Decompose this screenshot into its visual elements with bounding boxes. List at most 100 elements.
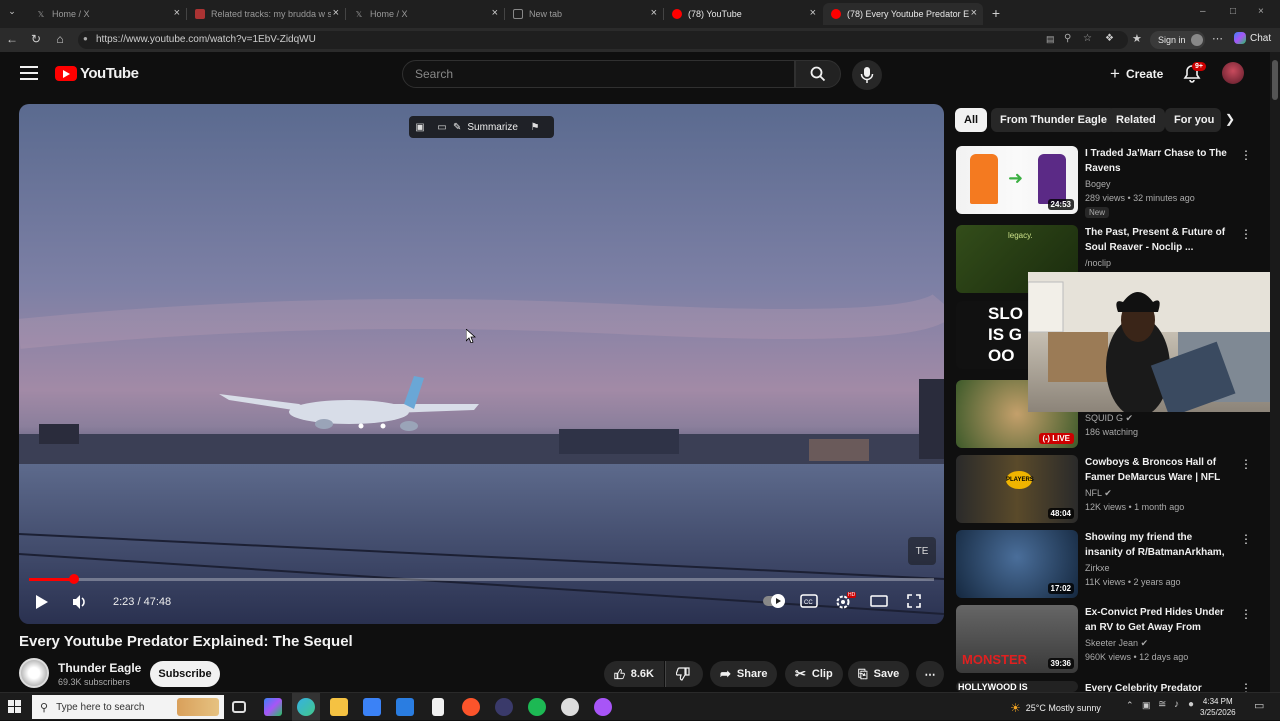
dislike-button[interactable] — [665, 661, 703, 687]
steam-icon[interactable] — [561, 698, 579, 716]
recommendation-channel[interactable]: NFL ✔ — [1085, 488, 1112, 499]
task-view-icon[interactable] — [232, 701, 246, 713]
recommendation-title[interactable]: Every Celebrity Predator — [1085, 681, 1230, 692]
search-input[interactable] — [415, 67, 775, 81]
search-box[interactable] — [402, 60, 795, 88]
recommendation-item[interactable]: HOLLYWOOD IS Every Celebrity Predator ⋮ — [956, 681, 1256, 692]
translate-icon[interactable]: ⚑ — [524, 122, 546, 133]
kebab-menu-icon[interactable]: ⋮ — [1240, 227, 1252, 241]
media-player-icon[interactable] — [495, 698, 513, 716]
more-actions-button[interactable]: ⋯ — [916, 661, 944, 687]
recommendation-item[interactable]: ➜ 24:53 I Traded Ja'Marr Chase to The Ra… — [956, 146, 1256, 218]
chip-related[interactable]: Related — [1107, 108, 1165, 132]
close-icon[interactable]: × — [651, 7, 657, 19]
play-icon[interactable] — [35, 594, 49, 610]
window-close-icon[interactable]: × — [1258, 6, 1264, 17]
video-thumbnail[interactable]: PLAYERS 48:04 — [956, 455, 1078, 523]
create-button[interactable]: + Create — [1102, 62, 1171, 86]
wifi-icon[interactable]: ≅ — [1158, 699, 1166, 710]
search-button[interactable] — [795, 60, 841, 88]
kebab-menu-icon[interactable]: ⋮ — [1240, 532, 1252, 546]
browser-tab[interactable]: Related tracks: my brudda w suck × — [187, 3, 345, 25]
spotify-icon[interactable] — [528, 698, 546, 716]
subscribe-button[interactable]: Subscribe — [150, 661, 220, 687]
recommendation-channel[interactable]: Skeeter Jean ✔ — [1085, 638, 1148, 649]
microphone-tray-icon[interactable]: ● — [1188, 699, 1194, 710]
cast-icon[interactable]: ▭ — [431, 122, 453, 133]
channel-name[interactable]: Thunder Eagle — [58, 661, 141, 675]
recommendation-item[interactable]: PLAYERS 48:04 Cowboys & Broncos Hall of … — [956, 455, 1256, 525]
back-icon[interactable]: ← — [4, 32, 20, 46]
scrollbar-track[interactable] — [1270, 52, 1280, 692]
recommendation-channel[interactable]: /noclip — [1085, 258, 1111, 268]
close-icon[interactable]: × — [492, 7, 498, 19]
favorites-icon[interactable]: ★ — [1132, 32, 1142, 45]
address-bar[interactable]: ● https://www.youtube.com/watch?v=1EbV-Z… — [78, 31, 1128, 49]
kebab-menu-icon[interactable]: ⋮ — [1240, 607, 1252, 621]
network-icon[interactable]: ▣ — [1142, 700, 1151, 711]
recommendation-channel[interactable]: SQUID G ✔ — [1085, 413, 1133, 424]
summarize-button[interactable]: ✎ Summarize — [453, 122, 524, 133]
captions-icon[interactable]: CC — [800, 594, 818, 608]
chip-from-channel[interactable]: From Thunder Eagle — [991, 108, 1116, 132]
browser-tab[interactable]: 𝕏 Home / X × — [346, 3, 504, 25]
recommendation-title[interactable]: Cowboys & Broncos Hall of Famer DeMarcus… — [1085, 455, 1230, 485]
browser-tab[interactable]: (78) YouTube × — [664, 3, 822, 25]
recommendation-title[interactable]: Ex-Convict Pred Hides Under an RV to Get… — [1085, 605, 1230, 635]
autoplay-toggle-icon[interactable] — [763, 594, 785, 608]
brave-icon[interactable] — [462, 698, 480, 716]
recommendation-channel[interactable]: Zirkxe — [1085, 563, 1110, 573]
kebab-menu-icon[interactable]: ⋮ — [1240, 681, 1252, 692]
fullscreen-icon[interactable] — [907, 594, 921, 608]
sign-in-button[interactable]: Sign in — [1150, 31, 1205, 49]
clip-button[interactable]: ✂ Clip — [785, 661, 843, 687]
recommendation-item[interactable]: 17:02 Showing my friend the insanity of … — [956, 530, 1256, 600]
zoom-icon[interactable]: ⚲ — [1064, 33, 1071, 44]
more-icon[interactable]: ⋯ — [1212, 32, 1223, 45]
volume-icon[interactable] — [71, 594, 87, 610]
minimize-icon[interactable]: – — [1200, 6, 1206, 17]
recommendation-title[interactable]: The Past, Present & Future of Soul Reave… — [1085, 225, 1230, 255]
recommendation-title[interactable]: I Traded Ja'Marr Chase to The Ravens — [1085, 146, 1230, 176]
like-button[interactable]: 8.6K — [604, 661, 664, 687]
copilot-chat-button[interactable]: Chat — [1234, 32, 1271, 44]
reload-icon[interactable]: ↻ — [28, 32, 44, 46]
kebab-menu-icon[interactable]: ⋮ — [1240, 457, 1252, 471]
browser-tab-active[interactable]: (78) Every Youtube Predator Expla × — [823, 3, 983, 25]
new-tab-icon[interactable]: + — [988, 5, 1004, 21]
kebab-menu-icon[interactable]: ⋮ — [1240, 148, 1252, 162]
file-explorer-icon[interactable] — [330, 698, 348, 716]
video-thumbnail[interactable]: MONSTER 39:36 — [956, 605, 1078, 673]
notepad-icon[interactable] — [432, 698, 444, 716]
tab-list-chevron-icon[interactable]: ⌄ — [4, 6, 20, 17]
theater-mode-icon[interactable] — [870, 594, 888, 608]
copilot-taskbar-icon[interactable] — [264, 698, 282, 716]
share-button[interactable]: ➦ Share — [710, 661, 778, 687]
youtube-logo[interactable]: YouTube — [55, 65, 139, 82]
notification-center-icon[interactable]: ▭ — [1254, 699, 1264, 712]
video-thumbnail[interactable]: 17:02 — [956, 530, 1078, 598]
windows-start-icon[interactable] — [8, 700, 22, 714]
chip-for-you[interactable]: For you — [1165, 108, 1221, 132]
video-thumbnail[interactable]: HOLLYWOOD IS — [956, 681, 1078, 692]
reading-view-icon[interactable]: ▤ — [1046, 34, 1055, 45]
extensions-icon[interactable]: ❖ — [1105, 33, 1114, 44]
recommendation-item[interactable]: MONSTER 39:36 Ex-Convict Pred Hides Unde… — [956, 605, 1256, 675]
browser-tab[interactable]: New tab × — [505, 3, 663, 25]
taskbar-search[interactable]: ⚲ Type here to search — [32, 695, 224, 719]
chevron-up-icon[interactable]: ⌃ — [1126, 700, 1134, 711]
recommendation-channel[interactable]: Bogey — [1085, 179, 1111, 189]
browser-tab[interactable]: 𝕏 Home / X × — [28, 3, 186, 25]
recommendation-title[interactable]: Showing my friend the insanity of R/Batm… — [1085, 530, 1230, 560]
home-icon[interactable]: ⌂ — [52, 32, 68, 46]
maximize-icon[interactable]: □ — [1230, 6, 1236, 17]
account-avatar[interactable] — [1222, 62, 1244, 84]
weather-widget[interactable]: ☀ 25°C Mostly sunny — [1010, 701, 1101, 715]
mail-icon[interactable] — [396, 698, 414, 716]
favorite-icon[interactable]: ☆ — [1083, 33, 1092, 44]
system-clock[interactable]: 4:34 PM 3/25/2026 — [1200, 696, 1236, 718]
voice-search-button[interactable] — [852, 60, 882, 90]
menu-icon[interactable] — [20, 66, 38, 80]
save-button[interactable]: ⎘ Save — [848, 661, 910, 687]
speaker-icon[interactable]: ♪ — [1174, 699, 1179, 710]
